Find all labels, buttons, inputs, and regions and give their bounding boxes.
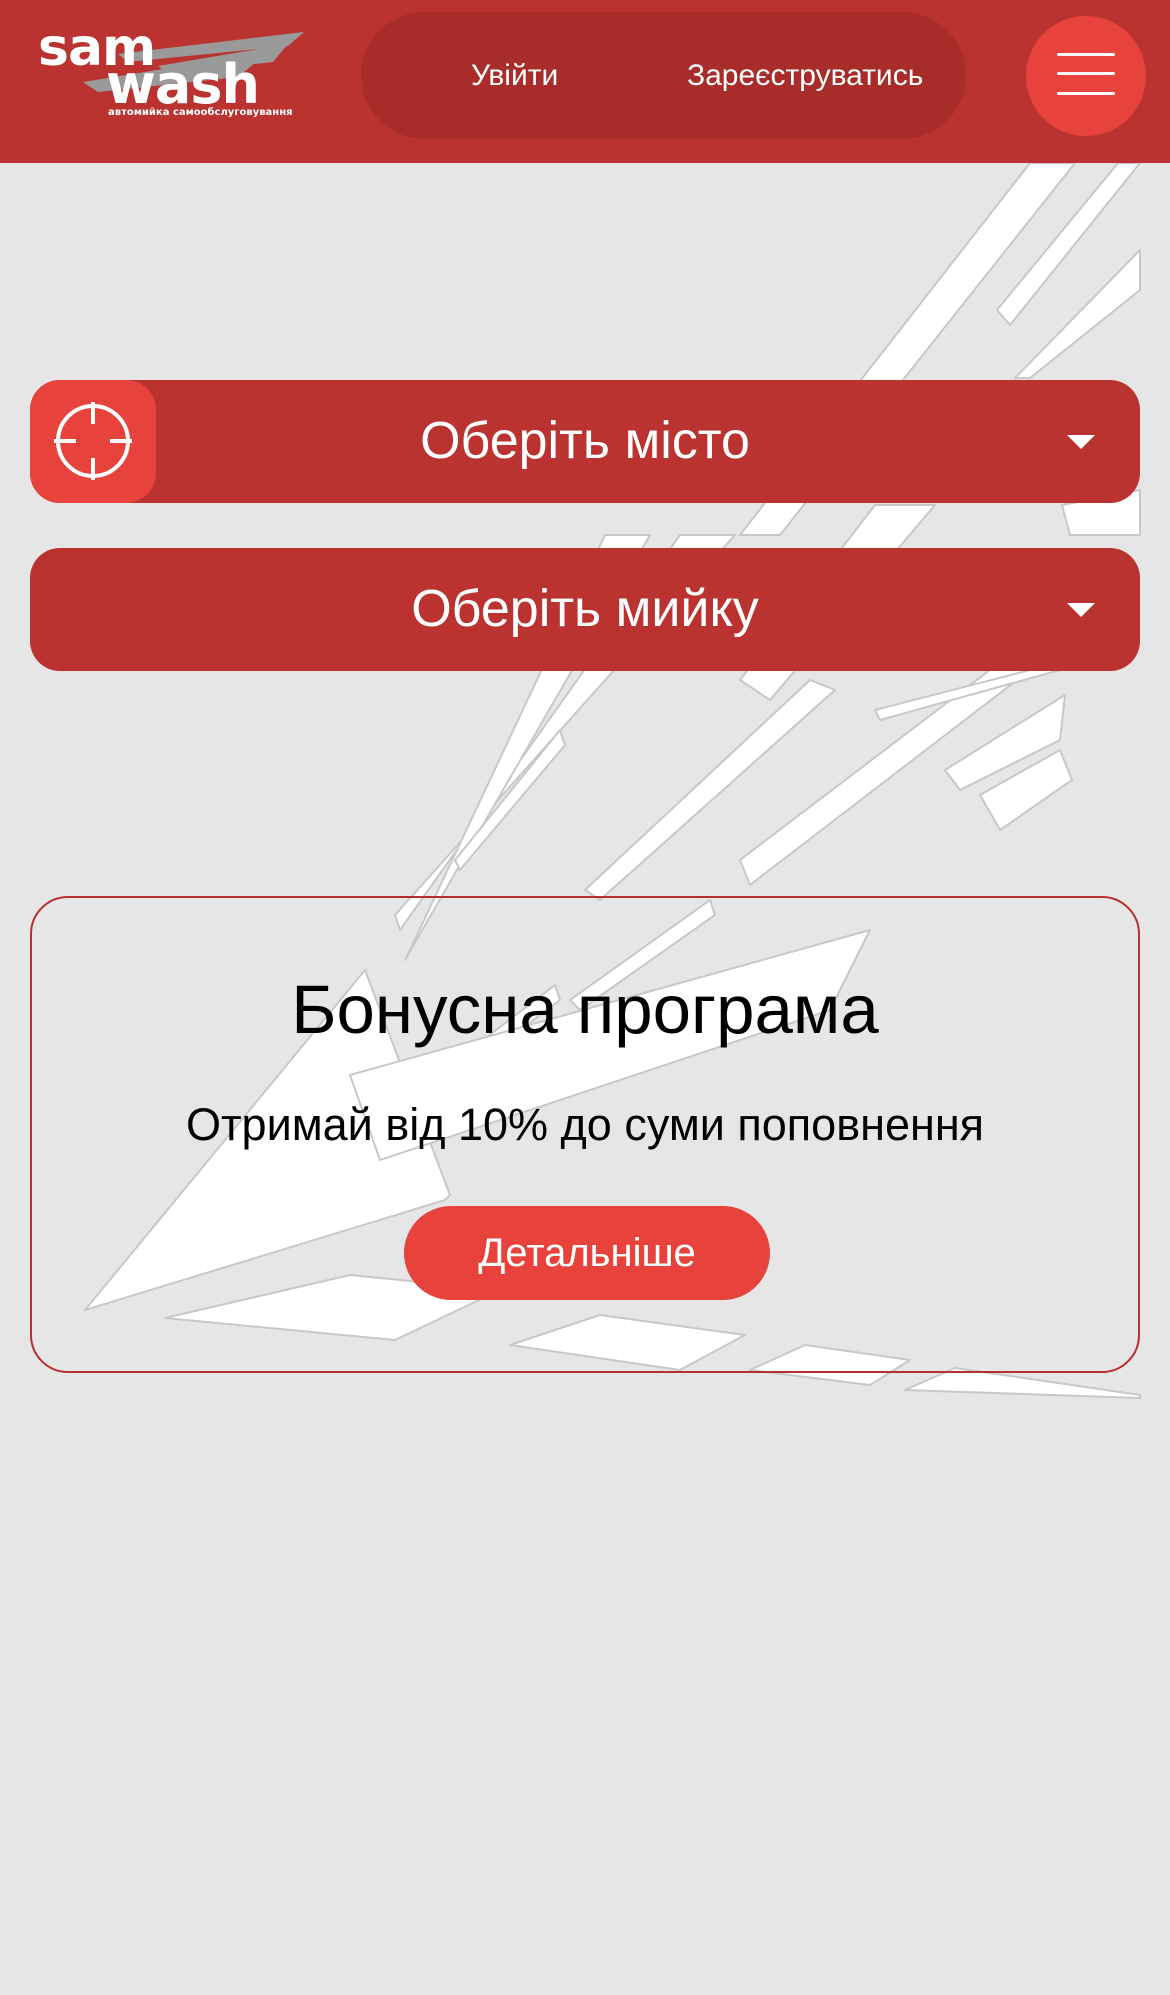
crosshair-icon — [54, 402, 132, 480]
login-link[interactable]: Увійти — [471, 12, 558, 139]
bonus-subtitle: Отримай від 10% до суми поповнення — [185, 1099, 985, 1150]
logo-tagline: автомийка самообслуговування — [108, 107, 293, 118]
bonus-program-card: Бонусна програма Отримай від 10% до суми… — [30, 896, 1140, 1373]
bonus-title: Бонусна програма — [291, 971, 879, 1048]
carwash-select-label: Оберіть мийку — [411, 580, 759, 638]
city-select[interactable]: Оберіть місто — [30, 380, 1140, 503]
register-link[interactable]: Зареєструватись — [687, 12, 923, 139]
hamburger-icon — [1057, 53, 1115, 56]
hamburger-icon-middle-bar — [1057, 72, 1115, 75]
locate-button[interactable] — [30, 380, 156, 503]
caret-down-icon — [1067, 435, 1095, 449]
menu-button[interactable] — [1026, 16, 1146, 136]
hamburger-icon-bottom-bar — [1057, 92, 1115, 95]
caret-down-icon — [1067, 603, 1095, 617]
logo-text-wash: wash — [106, 53, 260, 116]
samwash-logo[interactable]: sam wash автомийка самообслуговування — [38, 22, 313, 122]
auth-pill: Увійти Зареєструватись — [361, 12, 966, 139]
top-header: sam wash автомийка самообслуговування Ув… — [0, 0, 1170, 163]
carwash-select[interactable]: Оберіть мийку — [30, 548, 1140, 671]
details-button[interactable]: Детальніше — [404, 1206, 770, 1300]
city-select-label: Оберіть місто — [420, 412, 750, 470]
